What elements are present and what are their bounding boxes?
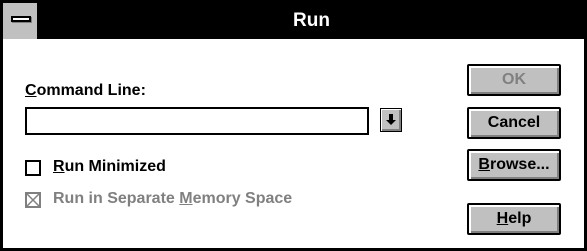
run-minimized-label[interactable]: Run Minimized	[53, 158, 166, 176]
help-accel: H	[496, 210, 509, 227]
separate-memory-checkbox	[25, 192, 41, 208]
command-line-label-text: ommand Line:	[36, 82, 146, 99]
run-dialog: Run Command Line: Run Minimized Run in S…	[0, 0, 587, 251]
system-menu-icon	[11, 16, 31, 22]
separate-memory-accel: M	[179, 190, 193, 207]
run-minimized-label-text: un Minimized	[64, 158, 166, 175]
dropdown-arrow-icon	[386, 114, 396, 125]
window-title: Run	[293, 10, 330, 31]
checkbox-x-icon	[27, 194, 39, 206]
system-menu-button[interactable]	[3, 3, 39, 39]
command-line-input[interactable]	[25, 107, 369, 135]
browse-button[interactable]: Browse...	[467, 149, 561, 181]
command-line-accel: C	[25, 82, 37, 99]
separate-memory-label: Run in Separate Memory Space	[53, 190, 292, 208]
cancel-button[interactable]: Cancel	[467, 107, 561, 139]
run-minimized-checkbox[interactable]	[25, 160, 41, 176]
help-button[interactable]: Help	[467, 203, 561, 235]
ok-button: OK	[467, 64, 561, 96]
run-minimized-accel: R	[53, 158, 65, 175]
browse-label-text: rowse...	[489, 156, 550, 173]
browse-accel: B	[478, 156, 490, 173]
command-line-label: Command Line:	[25, 82, 146, 100]
separate-memory-label-text: emory Space	[192, 190, 293, 207]
help-label-text: elp	[508, 210, 532, 227]
separate-memory-label-pre: Run in Separate	[53, 190, 180, 207]
title-bar[interactable]: Run	[3, 3, 584, 39]
command-line-dropdown-button[interactable]	[380, 108, 402, 132]
